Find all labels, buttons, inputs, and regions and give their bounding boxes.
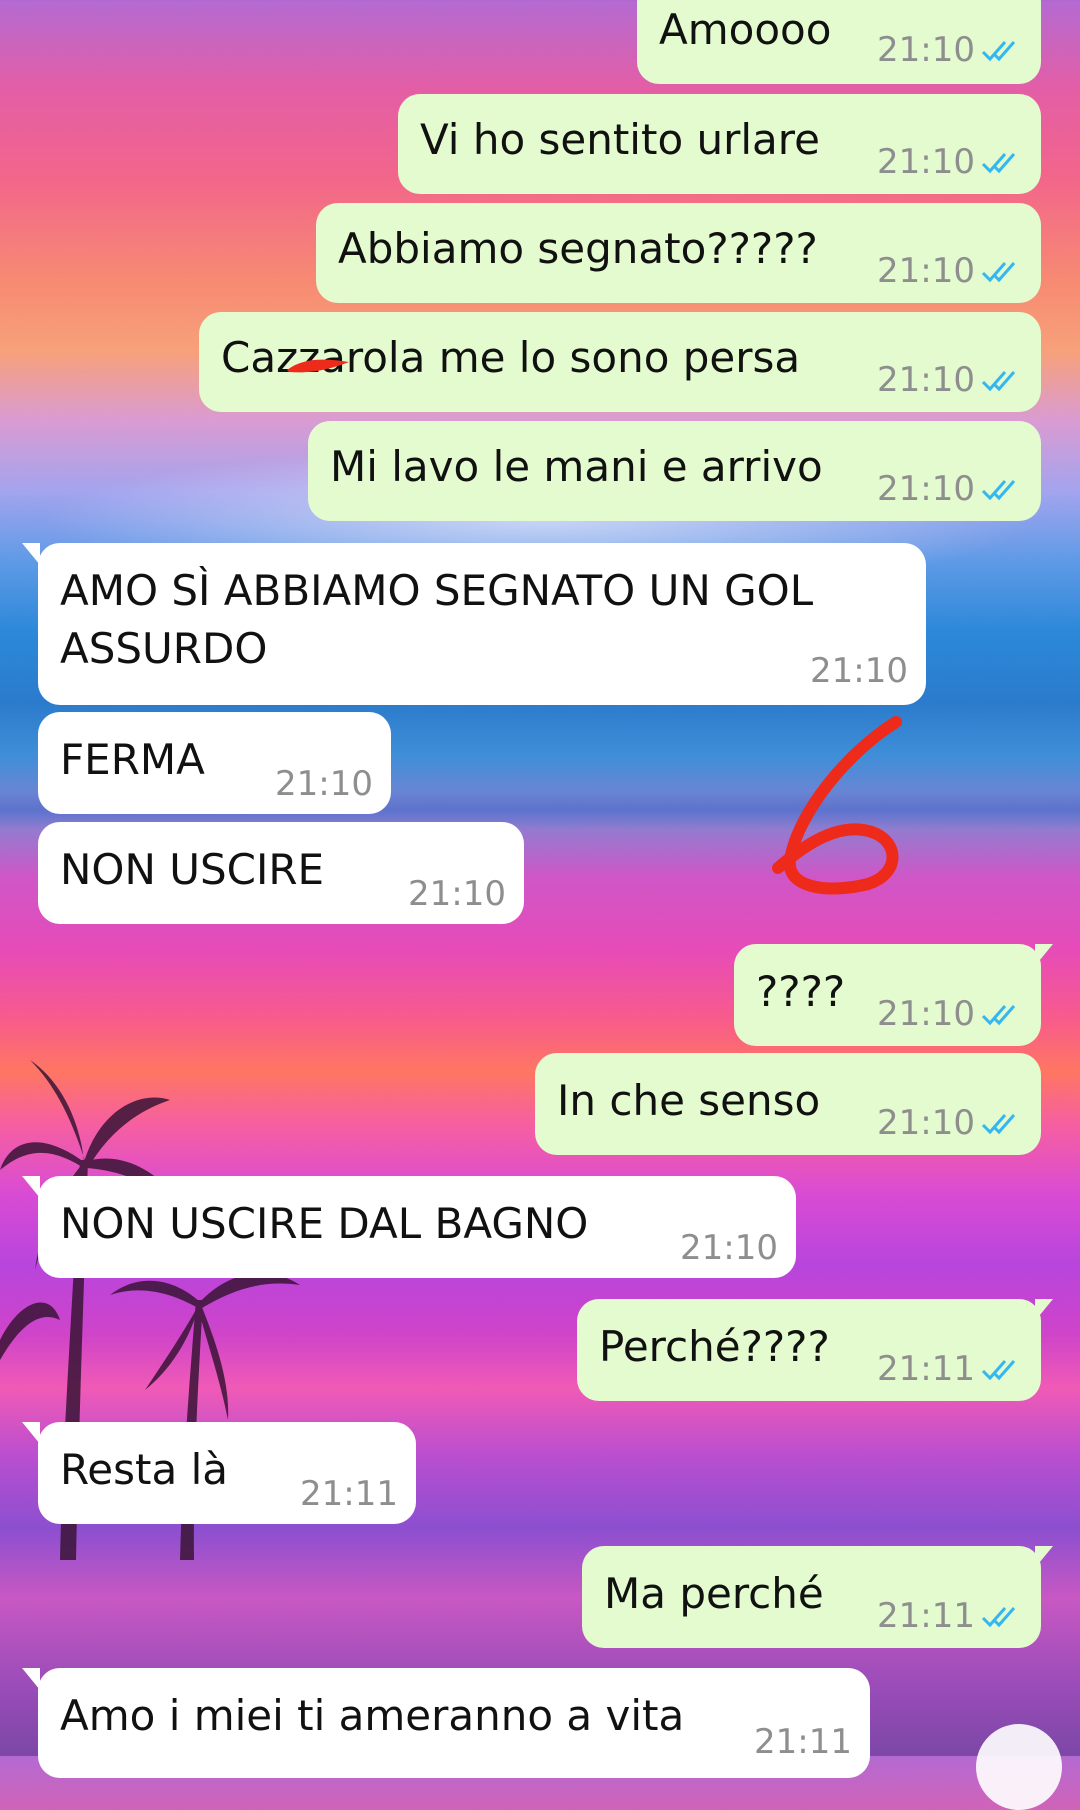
message-text: Ma perché <box>604 1569 824 1618</box>
message-meta: 21:10 <box>680 1224 778 1272</box>
message-text: Resta là <box>60 1445 228 1494</box>
message-meta: 21:10 <box>877 990 1023 1038</box>
outgoing-message[interactable]: Ma perché 21:11 <box>582 1546 1053 1648</box>
outgoing-message[interactable]: Abbiamo segnato????? 21:10 <box>316 203 1041 303</box>
incoming-message[interactable]: Resta là 21:11 <box>22 1422 416 1524</box>
message-time: 21:10 <box>877 142 975 182</box>
message-time: 21:10 <box>877 360 975 400</box>
message-time: 21:10 <box>877 30 975 70</box>
message-meta: 21:10 <box>810 647 908 695</box>
outgoing-message[interactable]: Cazzarola me lo sono persa 21:10 <box>199 312 1041 412</box>
message-text: Vi ho sentito urlare <box>420 115 820 164</box>
red-scribble-redaction <box>287 359 349 373</box>
message-meta: 21:10 <box>275 760 373 808</box>
message-time: 21:10 <box>680 1228 778 1268</box>
double-check-icon <box>981 1607 1016 1628</box>
message-text-line2: ASSURDO <box>60 624 268 673</box>
double-check-icon <box>981 262 1016 283</box>
double-check-icon <box>981 1360 1016 1381</box>
message-meta: 21:11 <box>754 1718 852 1766</box>
incoming-message[interactable]: FERMA 21:10 <box>38 712 391 814</box>
scroll-down-button[interactable] <box>976 1724 1062 1810</box>
message-time: 21:10 <box>877 251 975 291</box>
message-text: Abbiamo segnato????? <box>338 224 818 273</box>
message-meta: 21:11 <box>877 1592 1023 1640</box>
outgoing-message[interactable]: ???? 21:10 <box>734 944 1053 1046</box>
double-check-icon <box>981 1114 1016 1135</box>
incoming-message[interactable]: NON USCIRE 21:10 <box>38 822 524 924</box>
message-meta: 21:11 <box>300 1470 398 1518</box>
double-check-icon <box>981 41 1016 62</box>
message-meta: 21:10 <box>877 465 1023 513</box>
double-check-icon <box>981 371 1016 392</box>
message-time: 21:11 <box>300 1474 398 1514</box>
message-meta: 21:10 <box>877 26 1023 74</box>
double-check-icon <box>981 1005 1016 1026</box>
message-time: 21:10 <box>408 874 506 914</box>
message-text-line1: AMO SÌ ABBIAMO SEGNATO UN GOL <box>60 566 814 615</box>
outgoing-message[interactable]: Vi ho sentito urlare 21:10 <box>398 94 1041 194</box>
message-meta: 21:10 <box>877 356 1023 404</box>
incoming-message[interactable]: Amo i miei ti ameranno a vita 21:11 <box>22 1668 870 1778</box>
message-time: 21:10 <box>877 469 975 509</box>
double-check-icon <box>981 480 1016 501</box>
message-time: 21:10 <box>810 651 908 691</box>
message-time: 21:10 <box>877 1103 975 1143</box>
outgoing-message[interactable]: Perché???? 21:11 <box>577 1299 1053 1401</box>
double-check-icon <box>981 153 1016 174</box>
message-text: NON USCIRE <box>60 845 325 894</box>
message-meta: 21:10 <box>877 138 1023 186</box>
message-text: FERMA <box>60 735 205 784</box>
outgoing-message[interactable]: In che senso 21:10 <box>535 1053 1041 1155</box>
message-time: 21:11 <box>877 1349 975 1389</box>
message-text: Amoooo <box>659 5 832 54</box>
message-time: 21:11 <box>877 1596 975 1636</box>
message-text: Amo i miei ti ameranno a vita <box>60 1691 685 1740</box>
message-meta: 21:11 <box>877 1345 1023 1393</box>
message-time: 21:11 <box>754 1722 852 1762</box>
message-time: 21:10 <box>877 994 975 1034</box>
outgoing-message[interactable]: Amoooo 21:10 <box>637 0 1041 84</box>
message-time: 21:10 <box>275 764 373 804</box>
incoming-message[interactable]: NON USCIRE DAL BAGNO 21:10 <box>22 1176 796 1278</box>
message-meta: 21:10 <box>877 247 1023 295</box>
red-six-annotation <box>772 716 902 895</box>
message-meta: 21:10 <box>408 870 506 918</box>
outgoing-message[interactable]: Mi lavo le mani e arrivo 21:10 <box>308 421 1041 521</box>
message-meta: 21:10 <box>877 1099 1023 1147</box>
message-text: NON USCIRE DAL BAGNO <box>60 1199 589 1248</box>
incoming-message[interactable]: AMO SÌ ABBIAMO SEGNATO UN GOL ASSURDO 21… <box>22 543 926 705</box>
message-text: Perché???? <box>599 1322 830 1371</box>
message-text: Mi lavo le mani e arrivo <box>330 442 823 491</box>
message-text: ???? <box>756 967 846 1016</box>
message-text: In che senso <box>557 1076 821 1125</box>
